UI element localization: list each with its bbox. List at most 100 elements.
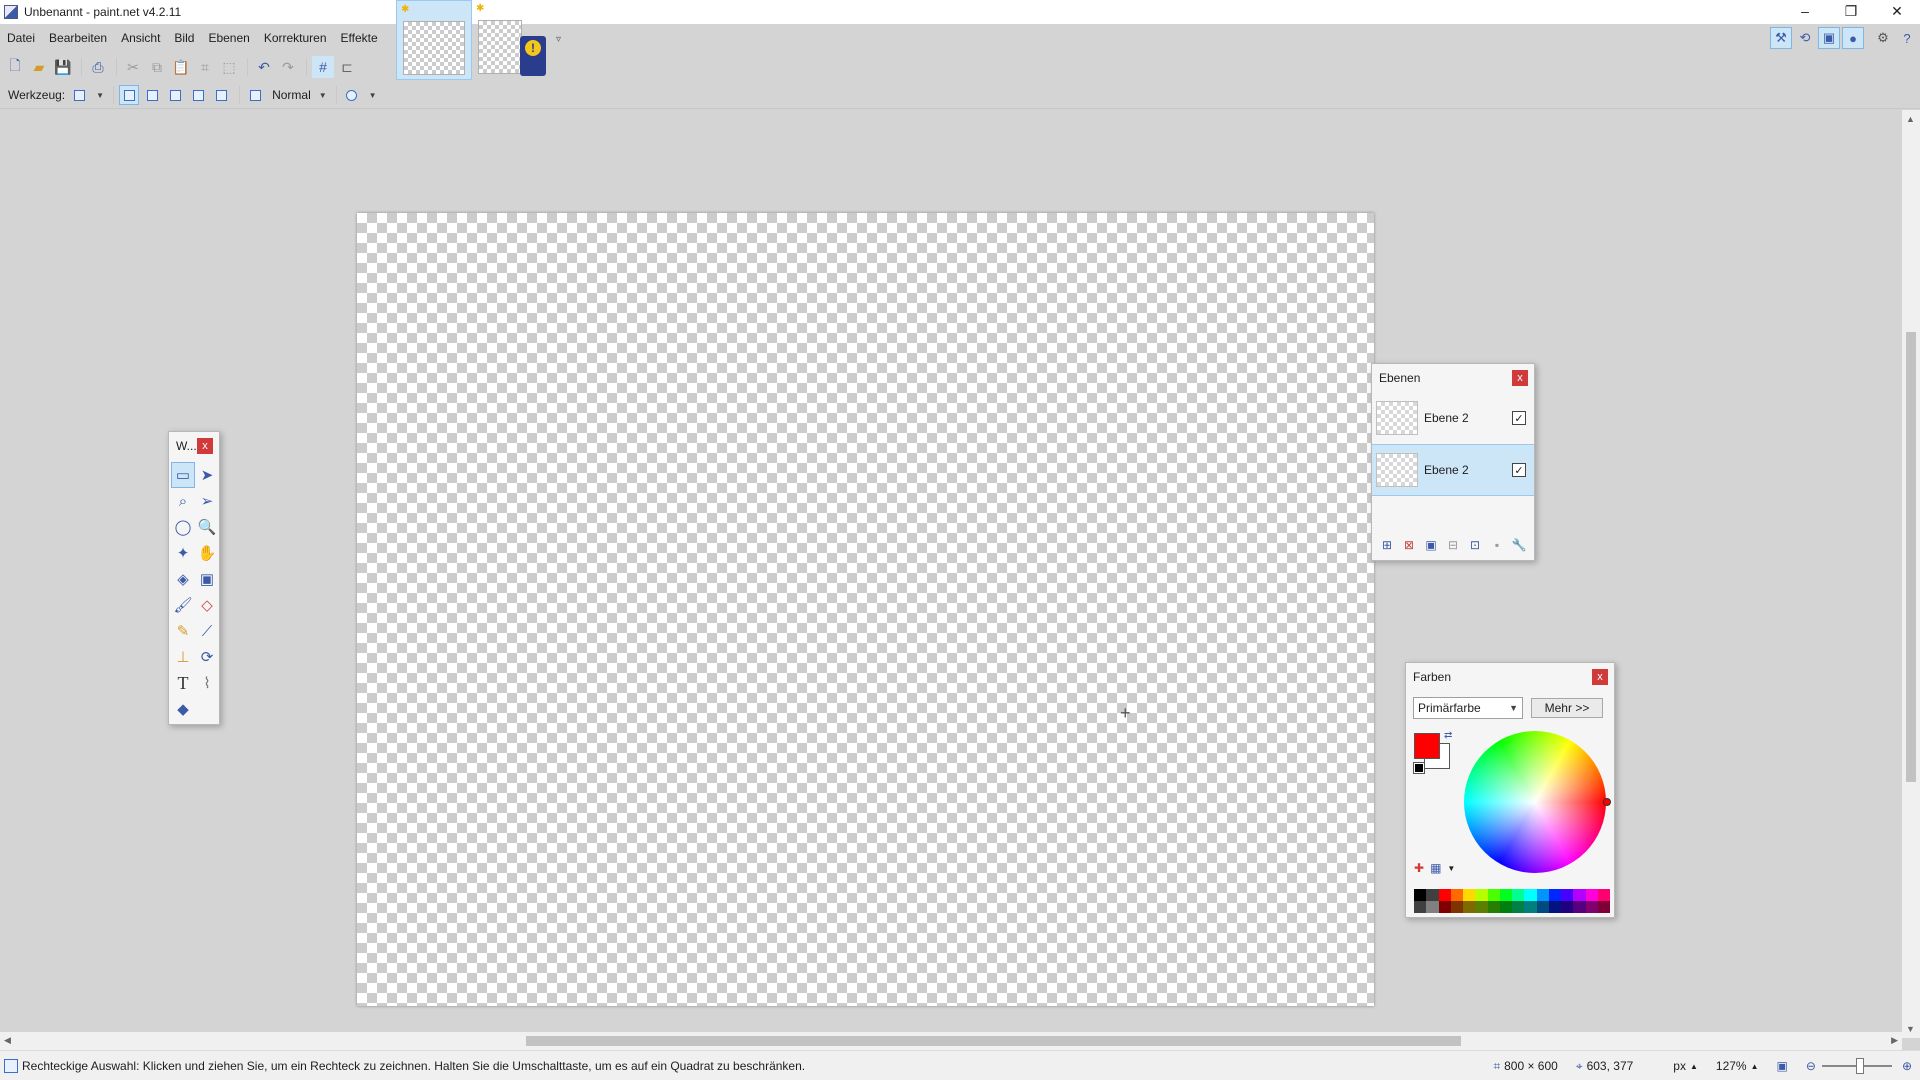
image-tab[interactable]: ✱ ! [472,0,548,80]
paint-bucket-icon[interactable]: ◈ [171,566,195,592]
zoom-readout[interactable]: 127% ▲ [1716,1059,1759,1073]
vertical-scroll-thumb[interactable] [1906,332,1916,782]
clone-stamp-icon[interactable]: ⊥ [171,644,195,670]
text-icon[interactable]: T [171,670,195,696]
color-mode-select[interactable]: Primärfarbe ▼ [1413,697,1523,719]
rectangle-select-tool-icon[interactable] [69,85,89,105]
primary-color-swatch[interactable] [1414,733,1440,759]
palette-swatch[interactable] [1426,889,1439,913]
zoom-icon[interactable]: 🔍 [195,514,219,540]
image-tab-active[interactable]: ✱ [396,0,472,80]
swap-colors-icon[interactable]: ⇄ [1444,730,1452,741]
pencil-icon[interactable]: ✎ [171,618,195,644]
help-icon[interactable]: ? [1896,27,1918,49]
colors-window-toggle-icon[interactable]: ● [1842,27,1864,49]
color-palette[interactable] [1414,889,1610,913]
zoom-out-icon[interactable]: ⊖ [1806,1059,1816,1073]
palette-swatch[interactable] [1524,889,1537,913]
menu-ansicht[interactable]: Ansicht [114,31,167,45]
shapes-icon[interactable]: ◆ [171,696,195,722]
horizontal-scroll-thumb[interactable] [526,1036,1461,1046]
reset-colors-icon[interactable] [1413,762,1425,774]
menu-ebenen[interactable]: Ebenen [201,31,256,45]
new-file-icon[interactable]: 🗋 [4,56,26,78]
close-button[interactable]: ✕ [1874,0,1920,22]
tabs-dropdown-icon[interactable]: ▿ [556,34,561,45]
recolor-icon[interactable]: ⟳ [195,644,219,670]
color-wheel-marker[interactable] [1603,798,1611,806]
color-picker-icon[interactable]: ⟋ [195,618,219,644]
zoom-slider-knob[interactable] [1855,1058,1864,1074]
ellipse-select-icon[interactable]: ◯ [171,514,195,540]
chevron-down-icon[interactable]: ▼ [1447,864,1455,873]
merge-layer-down-icon[interactable]: ⊟ [1442,535,1464,555]
tools-panel-close-button[interactable]: x [197,438,213,454]
move-selected-icon[interactable]: ➤ [195,462,219,488]
scroll-up-icon[interactable]: ▲ [1906,114,1915,124]
palette-swatch[interactable] [1414,889,1427,913]
ruler-icon[interactable]: ⊏ [336,56,358,78]
selection-mode-invert-icon[interactable] [211,85,231,105]
chevron-down-icon[interactable]: ▼ [96,91,104,100]
menu-datei[interactable]: Datei [0,31,42,45]
palette-swatch[interactable] [1561,889,1574,913]
layer-properties-wrench-icon[interactable]: 🔧 [1508,535,1530,555]
selection-mode-intersect-icon[interactable] [188,85,208,105]
magic-wand-icon[interactable]: ✦ [171,540,195,566]
zoom-slider[interactable] [1821,1058,1892,1074]
scroll-right-icon[interactable]: ▶ [1891,1035,1898,1046]
palette-swatch[interactable] [1548,889,1561,913]
print-icon[interactable]: ⎙ [87,56,109,78]
palette-swatch[interactable] [1499,889,1512,913]
copy-icon[interactable]: ⧉ [146,56,168,78]
palette-swatch[interactable] [1487,889,1500,913]
unit-select[interactable]: px ▲ [1673,1059,1698,1073]
deselect-icon[interactable]: ⬚ [218,56,240,78]
paste-icon[interactable]: 📋 [170,56,192,78]
duplicate-layer-icon[interactable]: ▣ [1420,535,1442,555]
vertical-scrollbar[interactable]: ▲ ▼ [1902,110,1920,1038]
delete-layer-icon[interactable]: ⊠ [1398,535,1420,555]
cut-icon[interactable]: ✂ [122,56,144,78]
add-color-icon[interactable]: ✚ [1414,861,1424,875]
palette-swatch[interactable] [1438,889,1451,913]
chevron-down-icon[interactable]: ▼ [369,91,377,100]
scroll-left-icon[interactable]: ◀ [4,1035,11,1046]
move-selection-icon[interactable]: ➢ [195,488,219,514]
redo-icon[interactable]: ↷ [277,56,299,78]
move-layer-up-icon[interactable]: ⊡ [1464,535,1486,555]
antialiasing-icon[interactable] [342,85,362,105]
grid-icon[interactable]: # [312,56,334,78]
menu-bild[interactable]: Bild [167,31,201,45]
more-button[interactable]: Mehr >> [1531,698,1603,718]
blend-mode-select[interactable]: Normal [272,88,311,102]
palette-swatch[interactable] [1463,889,1476,913]
layer-visibility-checkbox[interactable]: ✓ [1512,463,1526,477]
palette-swatch[interactable] [1512,889,1525,913]
palette-swatch[interactable] [1597,889,1610,913]
lasso-select-icon[interactable]: ⌕ [171,488,195,514]
colors-panel-close-button[interactable]: x [1592,669,1608,685]
color-wheel[interactable] [1464,731,1606,873]
history-window-toggle-icon[interactable]: ⟲ [1794,27,1816,49]
restore-button[interactable]: ❐ [1828,0,1874,22]
selection-mode-union-icon[interactable] [142,85,162,105]
save-icon[interactable]: 💾 [52,56,74,78]
layers-window-toggle-icon[interactable]: ▣ [1818,27,1840,49]
layer-visibility-checkbox[interactable]: ✓ [1512,411,1526,425]
rectangle-select-icon[interactable]: ▭ [171,462,195,488]
zoom-fit-icon[interactable]: ▣ [1777,1059,1788,1073]
menu-korrekturen[interactable]: Korrekturen [257,31,334,45]
palette-menu-icon[interactable]: ▦ [1430,861,1441,875]
paintbrush-icon[interactable]: 🖌 [171,592,195,618]
gradient-icon[interactable]: ▣ [195,566,219,592]
palette-swatch[interactable] [1573,889,1586,913]
palette-swatch[interactable] [1450,889,1463,913]
add-layer-icon[interactable]: ⊞ [1376,535,1398,555]
eraser-icon[interactable]: ◇ [195,592,219,618]
blend-mode-icon[interactable] [245,85,265,105]
palette-swatch[interactable] [1536,889,1549,913]
layers-panel-close-button[interactable]: x [1512,370,1528,386]
line-curve-icon[interactable]: ⌇ [195,670,219,696]
crop-icon[interactable]: ⌗ [194,56,216,78]
